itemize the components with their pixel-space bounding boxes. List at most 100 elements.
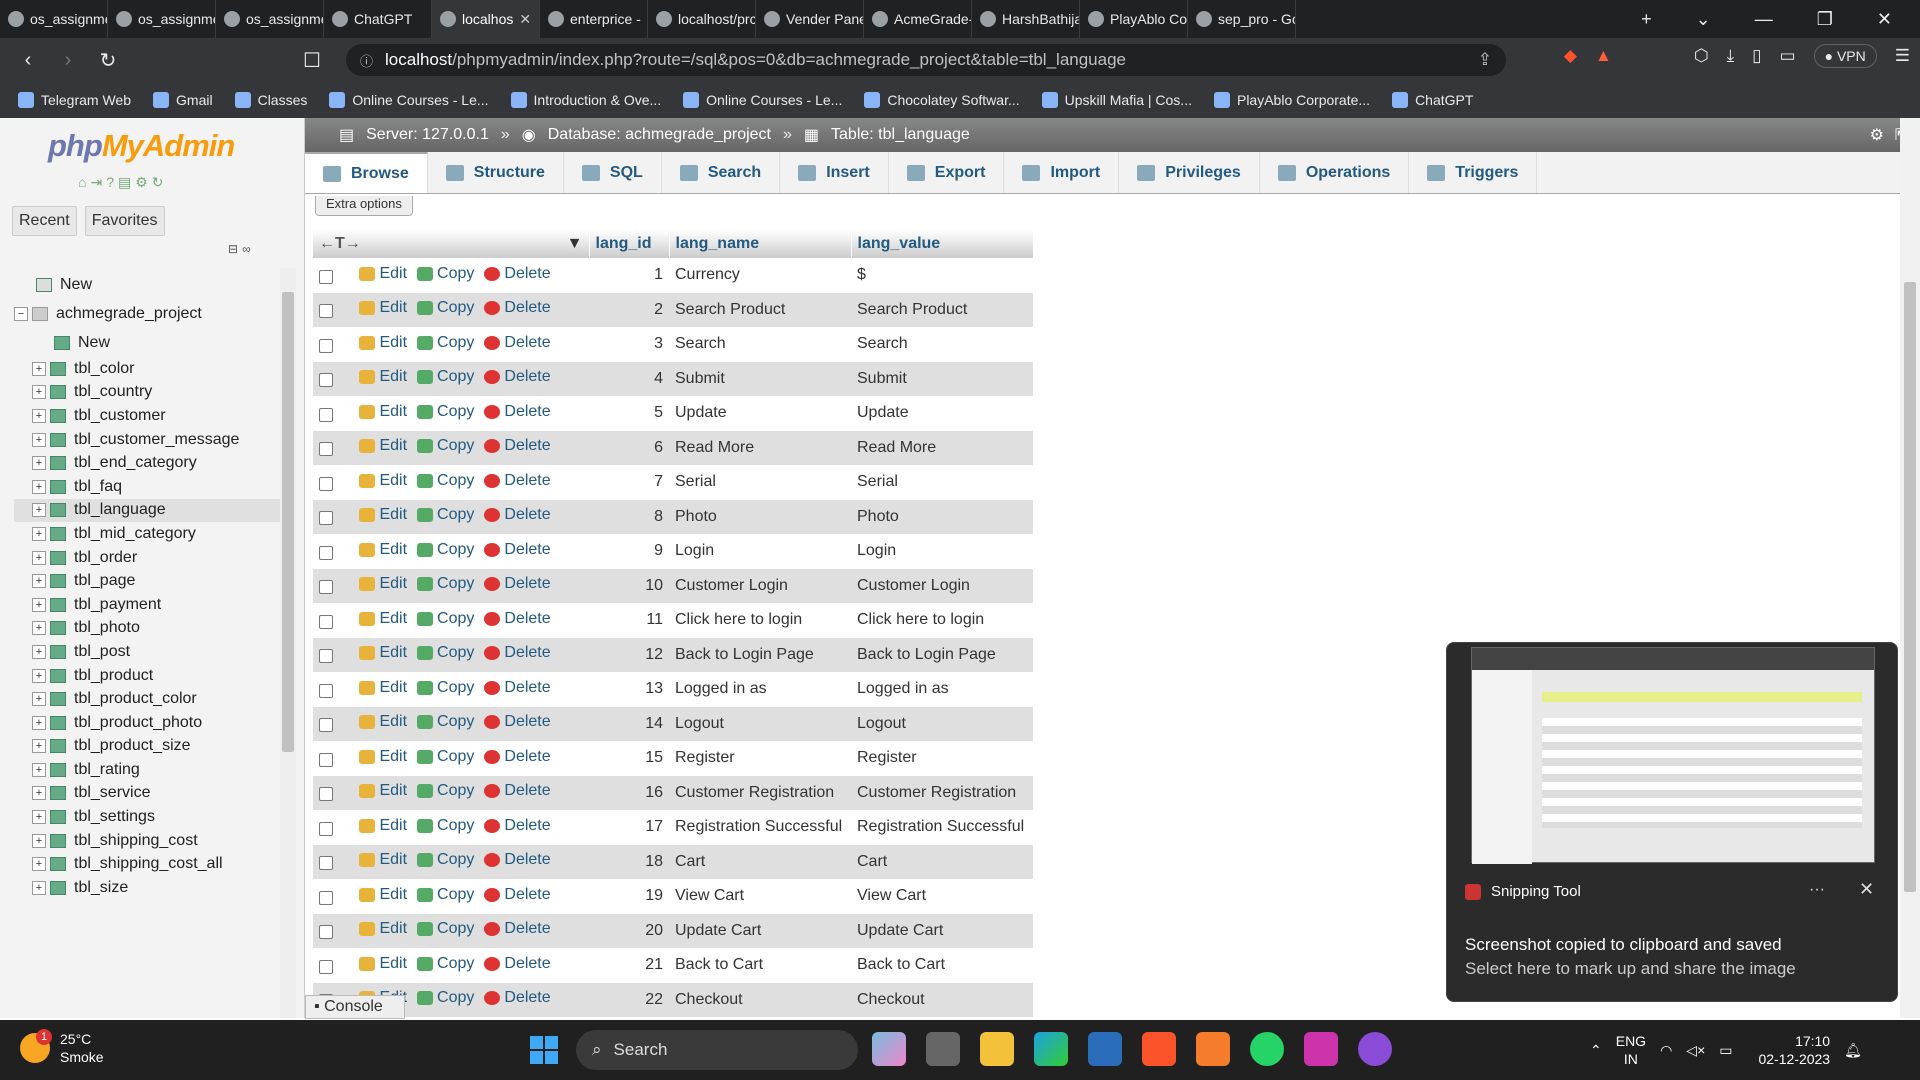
tree-table-item[interactable]: + tbl_settings xyxy=(14,805,280,829)
cell-lang-value[interactable]: Logout xyxy=(851,706,1033,741)
nav-scrollbar-thumb[interactable] xyxy=(282,292,294,752)
delete-button[interactable]: Delete xyxy=(484,506,551,524)
site-info-icon[interactable]: ⓘ xyxy=(360,51,373,70)
tree-table-item[interactable]: + tbl_payment xyxy=(14,593,280,617)
column-header-lang-id[interactable]: lang_id xyxy=(589,230,670,258)
edit-button[interactable]: Edit xyxy=(359,299,407,317)
tree-new-table[interactable]: New xyxy=(14,328,280,357)
bookmark-item[interactable]: PlayAblo Corporate... xyxy=(1213,92,1370,108)
tree-table-item[interactable]: + tbl_page xyxy=(14,569,280,593)
copy-button[interactable]: Copy xyxy=(417,989,474,1007)
cell-lang-value[interactable]: $ xyxy=(851,258,1033,293)
cell-lang-name[interactable]: Register xyxy=(669,741,851,776)
cell-lang-name[interactable]: Cart xyxy=(669,844,851,879)
expand-icon[interactable]: + xyxy=(32,880,46,895)
browser-tab[interactable]: enterprice - xyxy=(540,0,648,38)
collapse-icon[interactable]: − xyxy=(14,306,28,321)
sidebar-icon[interactable]: ▯ xyxy=(1752,46,1761,66)
delete-button[interactable]: Delete xyxy=(484,782,551,800)
bookmark-item[interactable]: Chocolatey Softwar... xyxy=(864,92,1020,108)
cell-lang-name[interactable]: Currency xyxy=(669,258,851,293)
cell-lang-value[interactable]: View Cart xyxy=(851,879,1033,914)
delete-button[interactable]: Delete xyxy=(484,334,551,352)
settings-icon[interactable]: ⚙ xyxy=(135,174,148,191)
browser-tab[interactable]: localhost/prc xyxy=(648,0,756,38)
copy-button[interactable]: Copy xyxy=(417,920,474,938)
tab-close-icon[interactable]: ✕ xyxy=(519,11,531,28)
delete-button[interactable]: Delete xyxy=(484,920,551,938)
cell-lang-value[interactable]: Login xyxy=(851,534,1033,569)
cell-lang-name[interactable]: Submit xyxy=(669,361,851,396)
row-checkbox[interactable] xyxy=(319,856,333,871)
edge-icon[interactable] xyxy=(1034,1032,1068,1066)
snipping-tool-notification[interactable]: Snipping Tool ··· ✕ Screenshot copied to… xyxy=(1446,642,1898,1002)
breadcrumb-table[interactable]: Table: tbl_language xyxy=(831,126,970,144)
browser-tab[interactable]: PlayAblo Cor xyxy=(1080,0,1188,38)
recent-tab[interactable]: Recent xyxy=(12,206,77,236)
row-checkbox[interactable] xyxy=(319,476,333,491)
expand-icon[interactable]: + xyxy=(32,786,46,801)
tab-export[interactable]: Export xyxy=(889,152,1005,193)
tab-structure[interactable]: Structure xyxy=(428,152,564,193)
edit-button[interactable]: Edit xyxy=(359,748,407,766)
row-checkbox[interactable] xyxy=(319,580,333,595)
edit-button[interactable]: Edit xyxy=(359,265,407,283)
tree-table-item[interactable]: + tbl_product_color xyxy=(14,687,280,711)
console-toggle[interactable]: ▪ Console xyxy=(305,995,405,1019)
expand-icon[interactable]: + xyxy=(32,810,46,825)
bookmark-item[interactable]: Online Courses - Le... xyxy=(329,92,489,108)
copy-button[interactable]: Copy xyxy=(417,817,474,835)
expand-icon[interactable]: + xyxy=(32,503,46,518)
delete-button[interactable]: Delete xyxy=(484,713,551,731)
expand-icon[interactable]: + xyxy=(32,715,46,730)
edit-button[interactable]: Edit xyxy=(359,817,407,835)
delete-button[interactable]: Delete xyxy=(484,265,551,283)
weather-widget[interactable]: 1 25°C Smoke xyxy=(20,1029,104,1066)
expand-icon[interactable]: + xyxy=(32,456,46,471)
edit-button[interactable]: Edit xyxy=(359,955,407,973)
battery-icon[interactable]: ▭ xyxy=(1719,1042,1732,1059)
tree-table-item[interactable]: + tbl_photo xyxy=(14,617,280,641)
xampp-icon[interactable] xyxy=(1196,1032,1230,1066)
clock[interactable]: 17:10 02-12-2023 xyxy=(1758,1032,1830,1068)
row-checkbox[interactable] xyxy=(319,683,333,698)
tab-insert[interactable]: Insert xyxy=(780,152,889,193)
breadcrumb-database[interactable]: Database: achmegrade_project xyxy=(548,126,771,144)
expand-icon[interactable]: + xyxy=(32,857,46,872)
edit-button[interactable]: Edit xyxy=(359,541,407,559)
cell-lang-name[interactable]: View Cart xyxy=(669,879,851,914)
edit-button[interactable]: Edit xyxy=(359,886,407,904)
notification-message[interactable]: Screenshot copied to clipboard and saved… xyxy=(1465,933,1796,981)
row-checkbox[interactable] xyxy=(319,649,333,664)
delete-button[interactable]: Delete xyxy=(484,575,551,593)
tree-database[interactable]: − achmegrade_project xyxy=(14,299,280,328)
copy-button[interactable]: Copy xyxy=(417,955,474,973)
cell-lang-name[interactable]: Login xyxy=(669,534,851,569)
cell-lang-name[interactable]: Back to Login Page xyxy=(669,637,851,672)
delete-button[interactable]: Delete xyxy=(484,299,551,317)
tree-table-item[interactable]: + tbl_shipping_cost_all xyxy=(14,852,280,876)
edit-button[interactable]: Edit xyxy=(359,506,407,524)
cell-lang-name[interactable]: Search xyxy=(669,327,851,362)
tree-table-item[interactable]: + tbl_rating xyxy=(14,758,280,782)
tree-table-item[interactable]: + tbl_order xyxy=(14,546,280,570)
cell-lang-value[interactable]: Submit xyxy=(851,361,1033,396)
column-header-lang-name[interactable]: lang_name xyxy=(669,230,852,258)
delete-button[interactable]: Delete xyxy=(484,644,551,662)
cell-lang-value[interactable]: Photo xyxy=(851,499,1033,534)
tree-table-item[interactable]: + tbl_size xyxy=(14,876,280,900)
cell-lang-name[interactable]: Update Cart xyxy=(669,913,851,948)
extra-options-toggle[interactable]: Extra options xyxy=(315,196,413,216)
tree-table-item[interactable]: + tbl_post xyxy=(14,640,280,664)
notification-close-icon[interactable]: ✕ xyxy=(1859,879,1874,900)
edit-button[interactable]: Edit xyxy=(359,610,407,628)
copy-button[interactable]: Copy xyxy=(417,265,474,283)
cell-lang-value[interactable]: Back to Cart xyxy=(851,948,1033,983)
cell-lang-value[interactable]: Customer Login xyxy=(851,568,1033,603)
copy-button[interactable]: Copy xyxy=(417,368,474,386)
edit-button[interactable]: Edit xyxy=(359,403,407,421)
expand-icon[interactable]: + xyxy=(32,550,46,565)
help-icon[interactable]: ? xyxy=(106,174,114,191)
cell-lang-value[interactable]: Cart xyxy=(851,844,1033,879)
tree-table-item[interactable]: + tbl_product_photo xyxy=(14,711,280,735)
